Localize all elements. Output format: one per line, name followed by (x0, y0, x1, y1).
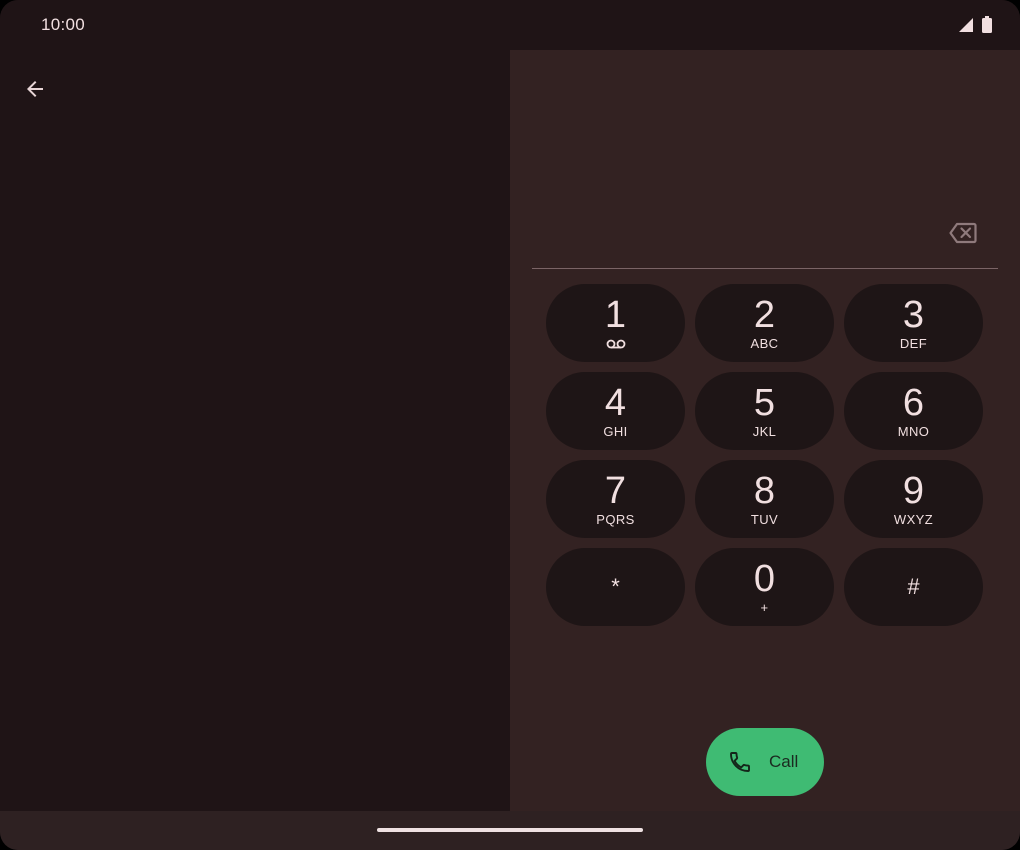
key-digit: * (611, 574, 620, 599)
status-bar: 10:00 (0, 0, 1020, 50)
key-letters: WXYZ (893, 511, 934, 527)
navigation-bar (0, 811, 1020, 850)
key-letters: DEF (899, 335, 928, 351)
key-digit: 7 (604, 469, 627, 512)
dialpad: 1 2 ABC 3 DEF 4 GHI 5 JKL 6 MNO 7 PQRS 8… (546, 284, 983, 626)
key-digit: 0 (753, 557, 776, 600)
status-time: 10:00 (41, 15, 86, 34)
key-hash[interactable]: # (844, 548, 983, 626)
key-8[interactable]: 8 TUV (695, 460, 834, 538)
signal-icon (958, 17, 974, 38)
key-digit: 8 (753, 469, 776, 512)
key-letters: JKL (752, 423, 777, 439)
voicemail-icon (606, 336, 626, 352)
key-9[interactable]: 9 WXYZ (844, 460, 983, 538)
key-digit: # (907, 574, 920, 599)
key-digit: 3 (902, 293, 925, 336)
call-log-pane (0, 50, 510, 811)
key-digit: 2 (753, 293, 776, 336)
backspace-icon (949, 222, 977, 249)
key-3[interactable]: 3 DEF (844, 284, 983, 362)
home-gesture-handle[interactable] (377, 828, 643, 832)
key-1[interactable]: 1 (546, 284, 685, 362)
backspace-button[interactable] (947, 220, 979, 250)
battery-icon (982, 16, 992, 38)
call-label: Call (769, 752, 799, 771)
status-icons (958, 16, 992, 38)
key-star[interactable]: * (546, 548, 685, 626)
key-digit: 1 (604, 293, 627, 336)
key-digit: 5 (753, 381, 776, 424)
key-letters: MNO (897, 423, 930, 439)
arrow-back-icon (23, 77, 47, 106)
key-digit: 9 (902, 469, 925, 512)
key-7[interactable]: 7 PQRS (546, 460, 685, 538)
number-field-divider (532, 268, 998, 269)
dialpad-pane: 1 2 ABC 3 DEF 4 GHI 5 JKL 6 MNO 7 PQRS 8… (510, 50, 1020, 811)
key-4[interactable]: 4 GHI (546, 372, 685, 450)
key-letters: GHI (603, 423, 628, 439)
key-6[interactable]: 6 MNO (844, 372, 983, 450)
back-button[interactable] (20, 76, 50, 106)
key-letters: + (760, 599, 769, 615)
key-5[interactable]: 5 JKL (695, 372, 834, 450)
key-2[interactable]: 2 ABC (695, 284, 834, 362)
key-digit: 6 (902, 381, 925, 424)
call-button[interactable]: Call (706, 728, 824, 796)
key-digit: 4 (604, 381, 627, 424)
key-letters: PQRS (596, 511, 635, 527)
key-letters: ABC (750, 335, 779, 351)
phone-screen: 10:00 1 2 ABC 3 DEF 4 GHI 5 JKL 6 MNO 7 … (0, 0, 1020, 850)
key-0[interactable]: 0 + (695, 548, 834, 626)
phone-icon (728, 750, 752, 774)
key-letters: TUV (750, 511, 779, 527)
